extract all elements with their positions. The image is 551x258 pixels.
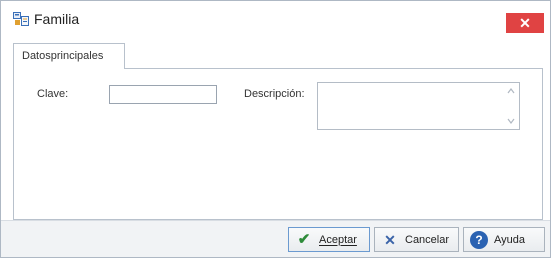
tab-strip: Datosprincipales	[13, 43, 543, 69]
clave-input[interactable]	[109, 85, 217, 104]
aceptar-button[interactable]: ✔ Aceptar	[288, 227, 370, 252]
tab-datos-principales[interactable]: Datosprincipales	[13, 43, 125, 69]
title-bar[interactable]: Familia ✕	[1, 1, 550, 37]
ayuda-label: Ayuda	[494, 233, 525, 246]
window-title: Familia	[34, 11, 80, 27]
dialog-window: Familia ✕ Datosprincipales Clave: Descri…	[0, 0, 551, 258]
descripcion-label: Descripción:	[244, 88, 305, 100]
scroll-up-icon[interactable]	[506, 86, 516, 96]
descripcion-textarea[interactable]	[317, 82, 520, 130]
aceptar-label: Aceptar	[319, 233, 357, 246]
clave-label: Clave:	[37, 88, 69, 100]
tab-label: Datosprincipales	[22, 50, 104, 62]
vertical-scrollbar[interactable]	[503, 83, 519, 129]
x-icon: ✕	[384, 231, 396, 248]
check-icon: ✔	[297, 230, 311, 248]
cancelar-label: Cancelar	[405, 233, 450, 246]
app-icon	[13, 12, 29, 26]
close-button[interactable]: ✕	[506, 13, 544, 33]
button-bar: ✔ Aceptar ✕ Cancelar ? Ayuda	[1, 220, 550, 257]
cancelar-button[interactable]: ✕ Cancelar	[374, 227, 459, 252]
scroll-down-icon[interactable]	[506, 116, 516, 126]
help-icon: ?	[470, 230, 488, 249]
tab-panel: Clave: Descripción:	[13, 68, 543, 220]
close-icon: ✕	[519, 15, 531, 31]
ayuda-button[interactable]: ? Ayuda	[463, 227, 545, 252]
